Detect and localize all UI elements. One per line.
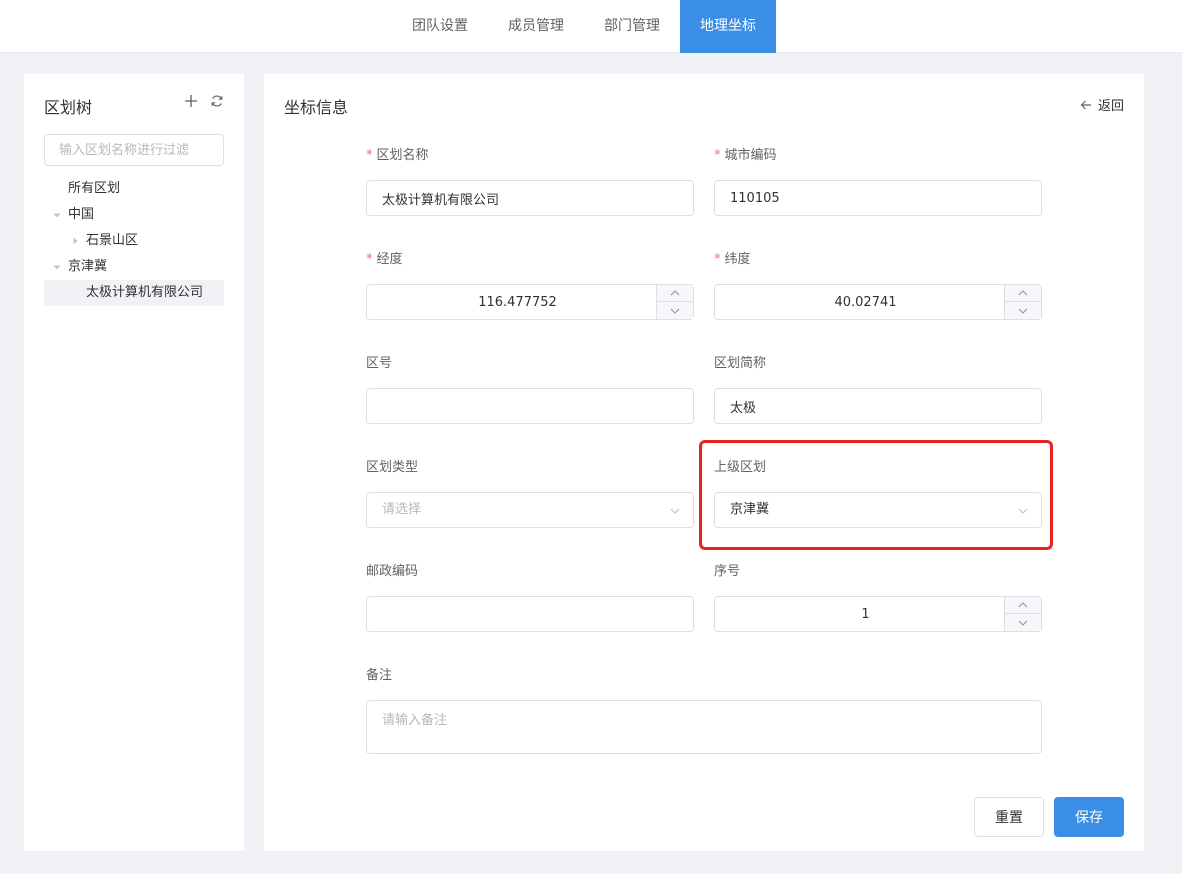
increment-button[interactable]: [1005, 285, 1041, 302]
parent-region-label: 上级区划: [714, 460, 767, 475]
tree-node-label: 太极计算机有限公司: [86, 285, 204, 300]
short-name-field: [714, 388, 1042, 424]
caret-down-icon[interactable]: [52, 262, 62, 272]
caret-down-icon[interactable]: [52, 210, 62, 220]
tree-node-label: 京津冀: [68, 259, 108, 274]
decrement-button[interactable]: [657, 302, 693, 319]
parent-region-select[interactable]: 京津冀: [714, 492, 1042, 528]
reset-button[interactable]: 重置: [974, 797, 1044, 837]
save-button[interactable]: 保存: [1054, 797, 1124, 837]
tab-geo-coordinates[interactable]: 地理坐标: [680, 0, 776, 53]
increment-button[interactable]: [1005, 597, 1041, 614]
city-code-field: [714, 180, 1042, 216]
region-name-field: [366, 180, 694, 216]
panel-title: 坐标信息: [284, 98, 349, 117]
region-type-select[interactable]: 请选择: [366, 492, 694, 528]
longitude-stepper-controls: [656, 285, 693, 319]
region-filter-input[interactable]: [44, 134, 224, 166]
chevron-down-icon: [670, 508, 680, 514]
coordinate-info-panel: 坐标信息 返回 *区划名称 *城市编码 *经度 *纬度 区号: [264, 74, 1144, 851]
region-name-input[interactable]: [367, 181, 693, 215]
tree-node-label: 所有区划: [68, 181, 121, 196]
longitude-input[interactable]: [367, 285, 693, 319]
short-name-label: 区划简称: [714, 356, 767, 371]
add-icon[interactable]: [184, 94, 198, 108]
tree-node-label: 中国: [68, 207, 95, 222]
postal-code-field: [366, 596, 694, 632]
chevron-up-icon: [670, 290, 680, 296]
chevron-up-icon: [1018, 602, 1028, 608]
sort-order-label: 序号: [714, 564, 741, 579]
refresh-icon[interactable]: [210, 94, 224, 108]
tree-toolbar: [184, 94, 224, 108]
nav-tabs: 团队设置 成员管理 部门管理 地理坐标: [392, 0, 776, 53]
area-code-label: 区号: [366, 356, 393, 371]
chevron-down-icon: [1018, 308, 1028, 314]
required-mark: *: [366, 148, 373, 163]
city-code-input[interactable]: [715, 181, 1041, 215]
latitude-stepper-controls: [1004, 285, 1041, 319]
latitude-input[interactable]: [715, 285, 1041, 319]
chevron-down-icon: [670, 308, 680, 314]
top-nav: 团队设置 成员管理 部门管理 地理坐标: [0, 0, 1182, 53]
back-button[interactable]: 返回: [1080, 95, 1124, 114]
sort-order-input[interactable]: [715, 597, 1041, 631]
remark-textarea[interactable]: [366, 700, 1042, 754]
arrow-left-icon: [1080, 100, 1091, 109]
chevron-up-icon: [1018, 290, 1028, 296]
required-mark: *: [714, 148, 721, 163]
tree-node-shijingshan[interactable]: 石景山区: [44, 228, 224, 254]
parent-region-value: 京津冀: [730, 502, 770, 517]
tab-department-management[interactable]: 部门管理: [584, 0, 680, 53]
short-name-input[interactable]: [715, 389, 1041, 423]
decrement-button[interactable]: [1005, 614, 1041, 631]
longitude-stepper: [366, 284, 694, 320]
chevron-down-icon: [1018, 620, 1028, 626]
region-tree-panel: 区划树 所有区划 中国 石景山区 京津冀: [24, 74, 244, 851]
chevron-down-icon: [1018, 508, 1028, 514]
region-tree: 所有区划 中国 石景山区 京津冀 太极计算机有限公司: [44, 176, 224, 306]
tree-node-jingjinji[interactable]: 京津冀: [44, 254, 224, 280]
latitude-stepper: [714, 284, 1042, 320]
tab-member-management[interactable]: 成员管理: [488, 0, 584, 53]
remark-label: 备注: [366, 668, 393, 683]
tree-node-china[interactable]: 中国: [44, 202, 224, 228]
region-name-label: * 区划名称: [366, 148, 429, 163]
required-mark: *: [366, 252, 373, 267]
latitude-label: * 纬度: [714, 252, 751, 267]
tree-node-taiji-company[interactable]: 太极计算机有限公司: [44, 280, 224, 306]
required-mark: *: [714, 252, 721, 267]
sort-order-stepper: [714, 596, 1042, 632]
decrement-button[interactable]: [1005, 302, 1041, 319]
region-tree-title: 区划树: [44, 98, 93, 117]
caret-right-icon[interactable]: [70, 236, 80, 246]
longitude-label: * 经度: [366, 252, 403, 267]
tree-node-all-regions[interactable]: 所有区划: [44, 176, 224, 202]
region-type-placeholder: 请选择: [382, 502, 422, 517]
back-label: 返回: [1097, 99, 1124, 114]
sort-order-stepper-controls: [1004, 597, 1041, 631]
postal-code-input[interactable]: [367, 597, 693, 631]
region-type-label: 区划类型: [366, 460, 419, 475]
area-code-input[interactable]: [367, 389, 693, 423]
postal-code-label: 邮政编码: [366, 564, 419, 579]
increment-button[interactable]: [657, 285, 693, 302]
tab-team-settings[interactable]: 团队设置: [392, 0, 488, 53]
tree-node-label: 石景山区: [86, 233, 139, 248]
area-code-field: [366, 388, 694, 424]
city-code-label: * 城市编码: [714, 148, 777, 163]
